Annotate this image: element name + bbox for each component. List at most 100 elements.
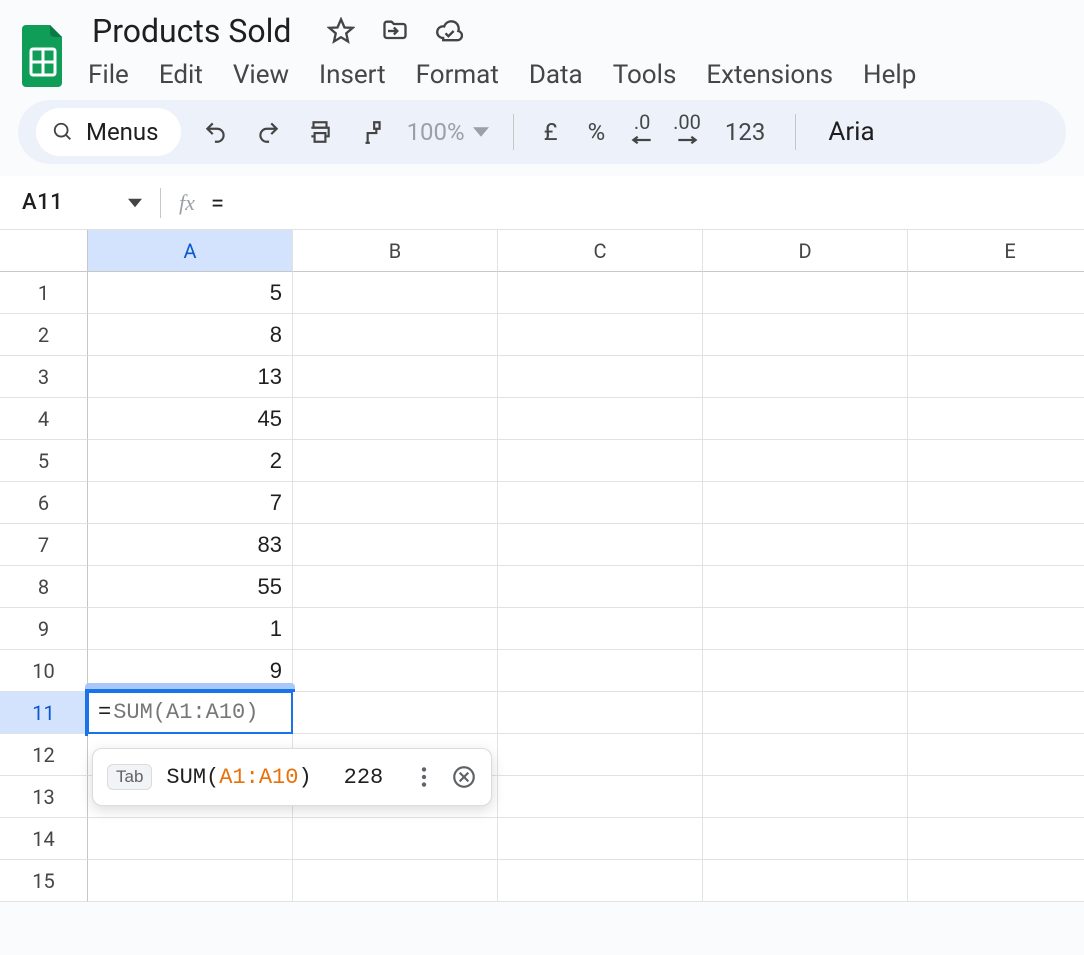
cell[interactable] (498, 524, 703, 566)
cell[interactable] (498, 566, 703, 608)
cell[interactable] (293, 314, 498, 356)
row-header[interactable]: 5 (0, 440, 88, 482)
currency-button[interactable]: £ (538, 118, 564, 146)
row-header[interactable]: 12 (0, 734, 88, 776)
cell[interactable] (908, 818, 1084, 860)
row-header[interactable]: 3 (0, 356, 88, 398)
cell[interactable] (498, 440, 703, 482)
cell[interactable] (293, 650, 498, 692)
menu-tools[interactable]: Tools (613, 60, 677, 90)
cell[interactable] (908, 692, 1084, 734)
cell[interactable] (498, 650, 703, 692)
dismiss-icon[interactable] (451, 764, 477, 790)
cell[interactable] (293, 524, 498, 566)
column-header[interactable]: D (703, 230, 908, 272)
document-title[interactable]: Products Sold (88, 10, 295, 52)
undo-button[interactable] (199, 115, 233, 149)
cell[interactable] (498, 818, 703, 860)
cell[interactable] (498, 356, 703, 398)
cell[interactable] (498, 608, 703, 650)
cell[interactable] (908, 272, 1084, 314)
print-button[interactable] (303, 115, 337, 149)
cell[interactable] (293, 692, 498, 734)
cell[interactable] (703, 566, 908, 608)
cell[interactable] (293, 818, 498, 860)
cell[interactable]: =SUM(A1:A10) (88, 692, 293, 734)
cell[interactable] (703, 272, 908, 314)
menu-view[interactable]: View (233, 60, 289, 90)
cell[interactable] (908, 860, 1084, 902)
menu-edit[interactable]: Edit (159, 60, 203, 90)
cell[interactable] (703, 356, 908, 398)
cell[interactable] (908, 650, 1084, 692)
suggestion-formula[interactable]: SUM(A1:A10) (166, 765, 311, 790)
cell[interactable] (498, 692, 703, 734)
move-icon[interactable] (381, 17, 409, 45)
menu-file[interactable]: File (88, 60, 129, 90)
cell[interactable]: 83 (88, 524, 293, 566)
cell[interactable]: 55 (88, 566, 293, 608)
menu-extensions[interactable]: Extensions (706, 60, 833, 90)
cell[interactable]: 2 (88, 440, 293, 482)
cell[interactable] (908, 524, 1084, 566)
row-header[interactable]: 8 (0, 566, 88, 608)
menu-format[interactable]: Format (416, 60, 499, 90)
cell[interactable] (908, 734, 1084, 776)
cell[interactable] (908, 566, 1084, 608)
cell[interactable] (908, 608, 1084, 650)
row-header[interactable]: 1 (0, 272, 88, 314)
cell[interactable] (703, 734, 908, 776)
row-header[interactable]: 15 (0, 860, 88, 902)
column-header[interactable]: B (293, 230, 498, 272)
font-select[interactable]: Aria (820, 117, 874, 147)
cell[interactable] (293, 272, 498, 314)
cell[interactable] (293, 482, 498, 524)
cell[interactable] (498, 272, 703, 314)
cell[interactable] (908, 398, 1084, 440)
sheets-logo[interactable] (18, 20, 70, 90)
cell[interactable] (908, 776, 1084, 818)
cell[interactable] (498, 482, 703, 524)
cell[interactable]: 13 (88, 356, 293, 398)
cell[interactable] (908, 356, 1084, 398)
redo-button[interactable] (251, 115, 285, 149)
cell[interactable] (88, 860, 293, 902)
cell[interactable] (498, 314, 703, 356)
number-format-button[interactable]: 123 (719, 118, 771, 146)
column-header[interactable]: A (88, 230, 293, 272)
cell[interactable] (908, 482, 1084, 524)
row-header[interactable]: 13 (0, 776, 88, 818)
column-header[interactable]: C (498, 230, 703, 272)
cell[interactable] (293, 608, 498, 650)
row-header[interactable]: 2 (0, 314, 88, 356)
cell[interactable] (703, 524, 908, 566)
cell[interactable] (498, 734, 703, 776)
row-header[interactable]: 7 (0, 524, 88, 566)
cell[interactable] (703, 314, 908, 356)
row-header[interactable]: 9 (0, 608, 88, 650)
increase-decimal-button[interactable]: .00 (673, 115, 701, 149)
menus-search[interactable]: Menus (36, 108, 181, 156)
zoom-select[interactable]: 100% (407, 118, 489, 146)
paint-format-button[interactable] (355, 115, 389, 149)
cell[interactable] (498, 776, 703, 818)
column-header[interactable]: E (908, 230, 1084, 272)
cell[interactable] (703, 860, 908, 902)
formula-bar-input[interactable]: = (211, 189, 224, 217)
menu-insert[interactable]: Insert (319, 60, 386, 90)
name-box[interactable]: A11 (0, 190, 160, 215)
cell[interactable] (703, 608, 908, 650)
cell[interactable] (293, 566, 498, 608)
cell[interactable] (703, 650, 908, 692)
cell[interactable] (293, 860, 498, 902)
cell[interactable]: 8 (88, 314, 293, 356)
cell[interactable]: 7 (88, 482, 293, 524)
percent-button[interactable]: % (582, 118, 612, 146)
menu-help[interactable]: Help (863, 60, 916, 90)
spreadsheet-grid[interactable]: ABCDE 152831344552677838559110911=SUM(A1… (0, 230, 1084, 902)
row-header[interactable]: 4 (0, 398, 88, 440)
row-header[interactable]: 11 (0, 692, 88, 734)
cell[interactable]: 5 (88, 272, 293, 314)
cell[interactable] (293, 356, 498, 398)
cell[interactable] (703, 692, 908, 734)
